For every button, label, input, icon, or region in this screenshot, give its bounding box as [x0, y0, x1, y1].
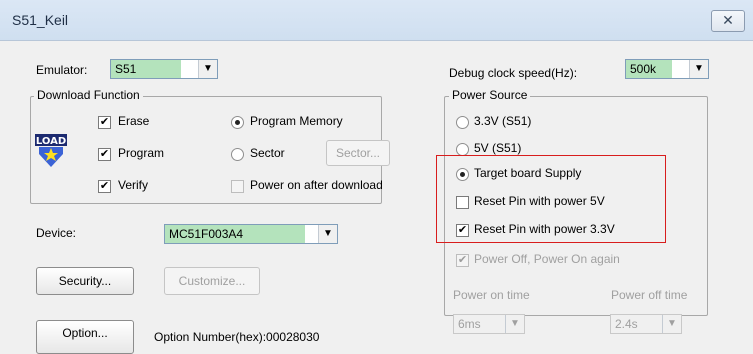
- emulator-select[interactable]: S51 ▼: [110, 59, 218, 79]
- verify-checkbox[interactable]: ✔: [98, 180, 111, 193]
- device-select[interactable]: MC51F003A4 ▼: [164, 224, 338, 244]
- download-function-title: Download Function: [34, 88, 143, 102]
- power-cycle-checkbox[interactable]: ✔: [456, 254, 469, 267]
- power-33v-radio[interactable]: [456, 116, 469, 129]
- title-bar: [0, 0, 753, 41]
- close-icon: ✕: [722, 12, 734, 28]
- security-button[interactable]: Security...: [36, 267, 134, 295]
- verify-label: Verify: [118, 178, 149, 192]
- chevron-down-icon: ▼: [318, 225, 337, 243]
- close-button[interactable]: ✕: [711, 10, 745, 32]
- power-off-time-value: 2.4s: [615, 317, 638, 331]
- power-off-time-label: Power off time: [611, 288, 688, 302]
- power-on-time-value: 6ms: [458, 317, 481, 331]
- sector-radio[interactable]: [231, 148, 244, 161]
- reset-pin-33v-checkbox[interactable]: ✔: [456, 224, 469, 237]
- power-5v-label: 5V (S51): [474, 141, 522, 155]
- program-memory-radio[interactable]: [231, 116, 244, 129]
- target-board-supply-label: Target board Supply: [474, 166, 582, 180]
- device-value: MC51F003A4: [165, 225, 305, 243]
- option-button[interactable]: Option...: [36, 320, 134, 354]
- program-checkbox[interactable]: ✔: [98, 148, 111, 161]
- debug-clock-label: Debug clock speed(Hz):: [449, 66, 578, 80]
- sector-button[interactable]: Sector...: [326, 140, 390, 166]
- erase-checkbox[interactable]: ✔: [98, 116, 111, 129]
- load-icon: LOAD: [35, 134, 67, 167]
- chevron-down-icon: ▼: [198, 60, 217, 78]
- power-33v-label: 3.3V (S51): [474, 114, 532, 128]
- load-icon-text: LOAD: [36, 136, 66, 147]
- power-off-time-select[interactable]: 2.4s ▼: [610, 314, 682, 334]
- window-title: S51_Keil: [12, 12, 69, 28]
- sector-label: Sector: [250, 146, 285, 160]
- power-source-title: Power Source: [449, 88, 531, 102]
- emulator-label: Emulator:: [36, 63, 88, 77]
- reset-pin-5v-checkbox[interactable]: [456, 196, 469, 209]
- reset-pin-33v-label: Reset Pin with power 3.3V: [474, 222, 615, 236]
- power-on-time-label: Power on time: [453, 288, 530, 302]
- chevron-down-icon: ▼: [689, 60, 708, 78]
- debug-clock-value: 500k: [626, 60, 672, 78]
- chevron-down-icon: ▼: [505, 315, 524, 333]
- power-on-after-download-checkbox[interactable]: [231, 180, 244, 193]
- power-on-time-select[interactable]: 6ms ▼: [453, 314, 525, 334]
- power-on-after-download-label: Power on after download: [250, 178, 383, 192]
- target-board-supply-radio[interactable]: [456, 168, 469, 181]
- program-memory-label: Program Memory: [250, 114, 343, 128]
- debug-clock-select[interactable]: 500k ▼: [625, 59, 709, 79]
- erase-label: Erase: [118, 114, 150, 128]
- reset-pin-5v-label: Reset Pin with power 5V: [474, 194, 605, 208]
- emulator-value: S51: [111, 60, 181, 78]
- device-label: Device:: [36, 226, 77, 240]
- option-number: Option Number(hex):00028030: [154, 330, 320, 344]
- customize-button[interactable]: Customize...: [164, 267, 260, 295]
- power-cycle-label: Power Off, Power On again: [474, 252, 620, 266]
- program-label: Program: [118, 146, 165, 160]
- chevron-down-icon: ▼: [662, 315, 681, 333]
